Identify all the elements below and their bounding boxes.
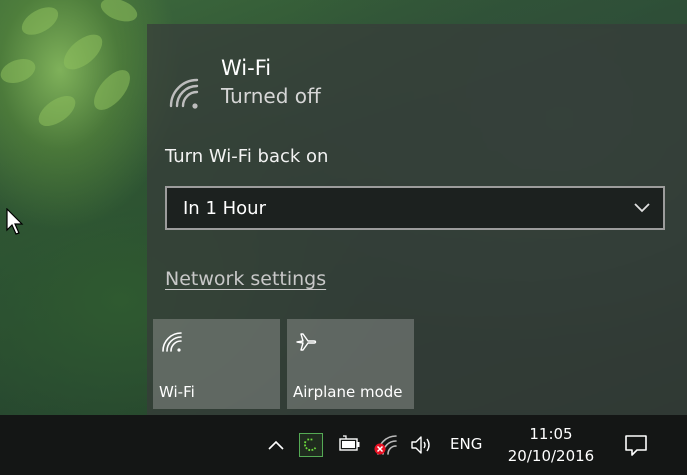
wifi-status: Turned off [221,84,321,108]
network-settings-link[interactable]: Network settings [165,268,326,290]
chevron-down-icon [634,203,650,213]
action-center-icon[interactable] [623,432,649,458]
airplane-mode-tile[interactable]: Airplane mode [287,319,414,409]
taskbar: ENG 11:05 20/10/2016 [0,415,687,475]
input-language-indicator[interactable]: ENG [450,435,482,453]
network-flyout: Wi-Fi Turned off Turn Wi-Fi back on In 1… [147,24,687,415]
wifi-tile-label: Wi-Fi [159,383,195,401]
wifi-icon [162,332,182,352]
wifi-disconnected-tray-icon[interactable] [372,432,398,456]
airplane-tile-label: Airplane mode [293,383,403,401]
wifi-header: Wi-Fi Turned off [167,54,321,112]
wifi-title: Wi-Fi [221,56,272,80]
airplane-icon [296,333,317,351]
turn-on-label: Turn Wi-Fi back on [165,146,329,167]
wifi-toggle-tile[interactable]: Wi-Fi [153,319,280,409]
dropdown-selected-value: In 1 Hour [183,197,266,219]
show-hidden-icons-chevron-up-icon[interactable] [266,437,286,453]
wifi-off-icon [169,78,199,109]
green-app-tray-icon[interactable] [299,433,323,457]
taskbar-clock[interactable]: 11:05 20/10/2016 [497,423,605,467]
mouse-cursor-icon [6,208,24,235]
turn-on-dropdown[interactable]: In 1 Hour [165,186,665,230]
volume-icon[interactable] [409,434,433,456]
clock-time: 11:05 [529,425,573,443]
battery-icon[interactable] [337,434,361,454]
clock-date: 20/10/2016 [507,447,595,465]
